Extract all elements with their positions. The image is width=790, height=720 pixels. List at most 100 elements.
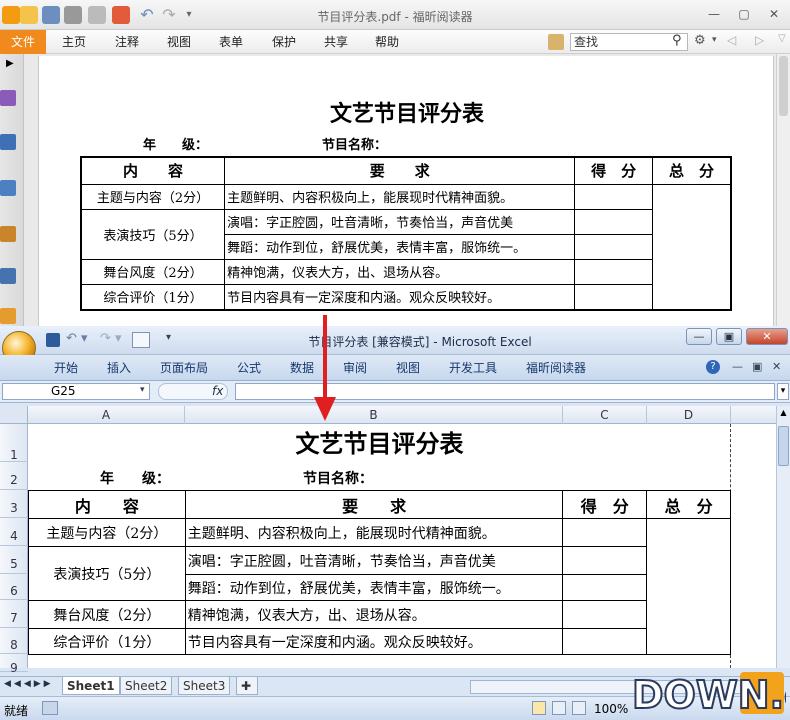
- worksheet-grid[interactable]: 文艺节目评分表 年 级： 节目名称： 内 容 要 求 得 分 总 分 主题与内容…: [28, 424, 776, 668]
- close-button[interactable]: ✕: [746, 328, 788, 345]
- column-header-c[interactable]: C: [563, 406, 647, 424]
- expand-icon[interactable]: ▽: [778, 33, 786, 44]
- redo-icon[interactable]: ↷ ▾: [100, 331, 122, 346]
- tab-developer[interactable]: 开发工具: [449, 355, 497, 381]
- file-tab[interactable]: 文件: [0, 30, 46, 54]
- scroll-up-icon[interactable]: ▲: [778, 408, 789, 422]
- excel-row-requirement[interactable]: 主题鲜明、内容积极向上，能展现时代精神面貌。: [184, 518, 564, 547]
- tab-foxit[interactable]: 福昕阅读器: [526, 355, 586, 381]
- undo-icon[interactable]: ↶ ▾: [66, 331, 88, 346]
- menu-help[interactable]: 帮助: [375, 30, 399, 54]
- column-header-b[interactable]: B: [185, 406, 563, 424]
- expand-formula-icon[interactable]: ▾: [777, 383, 789, 400]
- print-preview-icon[interactable]: [132, 332, 150, 348]
- tab-page-layout[interactable]: 页面布局: [160, 355, 208, 381]
- next-icon[interactable]: ▷: [755, 33, 764, 47]
- bookmark-icon[interactable]: [0, 90, 16, 106]
- menu-protect[interactable]: 保护: [272, 30, 296, 54]
- pages-icon[interactable]: [0, 134, 16, 150]
- chevron-down-icon[interactable]: ▾: [712, 35, 717, 45]
- excel-score-cell[interactable]: [562, 518, 648, 547]
- page-break-view-icon[interactable]: [572, 701, 586, 715]
- gear-icon[interactable]: ⚙: [694, 33, 706, 48]
- pdf-vertical-scrollbar[interactable]: [776, 54, 790, 330]
- close-button[interactable]: ✕: [763, 6, 785, 22]
- menu-home[interactable]: 主页: [62, 30, 86, 54]
- excel-vertical-scrollbar[interactable]: ▲: [776, 406, 790, 668]
- normal-view-icon[interactable]: [532, 701, 546, 715]
- signature-icon[interactable]: [0, 308, 16, 324]
- customize-toolbar-icon[interactable]: ▾: [166, 332, 171, 343]
- name-box[interactable]: G25: [2, 383, 150, 400]
- menu-form[interactable]: 表单: [219, 30, 243, 54]
- column-header-d[interactable]: D: [647, 406, 731, 424]
- excel-score-cell[interactable]: [562, 628, 648, 655]
- insert-sheet-icon[interactable]: ✚: [236, 677, 258, 695]
- excel-row-content[interactable]: 综合评价（1分）: [28, 628, 186, 655]
- sheet-tab-2[interactable]: Sheet2: [120, 677, 173, 695]
- row-header[interactable]: 9: [0, 654, 28, 675]
- pdf-row-requirement: 精神饱满，仪表大方，出、退场从容。: [224, 258, 576, 285]
- search-input[interactable]: 查找: [570, 33, 688, 51]
- excel-score-cell[interactable]: [562, 546, 648, 575]
- row-header[interactable]: 7: [0, 600, 28, 628]
- page-layout-view-icon[interactable]: [552, 701, 566, 715]
- previous-icon[interactable]: ◁: [727, 33, 736, 47]
- sheet-tab-3[interactable]: Sheet3: [178, 677, 231, 695]
- attachments-icon[interactable]: [0, 226, 16, 242]
- excel-row-requirement[interactable]: 舞蹈：动作到位，舒展优美，表情丰富，服饰统一。: [184, 574, 564, 601]
- sidebar-toggle-icon[interactable]: ▶: [6, 58, 14, 69]
- fx-icon[interactable]: fx: [212, 384, 223, 398]
- excel-score-cell[interactable]: [562, 600, 648, 629]
- tab-home[interactable]: 开始: [54, 355, 78, 381]
- row-header[interactable]: 1: [0, 424, 28, 462]
- scroll-thumb[interactable]: [778, 426, 789, 466]
- ribbon-minimize-icon[interactable]: —: [732, 360, 743, 373]
- excel-row-content[interactable]: 表演技巧（5分）: [28, 546, 186, 601]
- restore-button[interactable]: ▣: [716, 328, 742, 345]
- scroll-thumb[interactable]: [779, 56, 788, 116]
- name-box-dropdown-icon[interactable]: ▾: [140, 385, 145, 395]
- link-icon[interactable]: [0, 268, 16, 284]
- excel-header-total[interactable]: 总 分: [646, 490, 731, 519]
- excel-row-requirement[interactable]: 演唱：字正腔圆，吐音清晰，节奏恰当，声音优美: [184, 546, 564, 575]
- help-icon[interactable]: ?: [706, 360, 720, 374]
- sheet-nav-icon[interactable]: ◀◀◀▶▶: [4, 679, 54, 689]
- save-icon[interactable]: [46, 333, 60, 347]
- search-icon[interactable]: ⚲: [672, 33, 682, 48]
- tab-formulas[interactable]: 公式: [237, 355, 261, 381]
- minimize-button[interactable]: —: [703, 6, 725, 22]
- excel-header-requirement[interactable]: 要 求: [184, 490, 564, 519]
- excel-row-content[interactable]: 主题与内容（2分）: [28, 518, 186, 547]
- row-header[interactable]: 2: [0, 462, 28, 490]
- excel-header-content[interactable]: 内 容: [28, 490, 186, 519]
- row-header[interactable]: 6: [0, 574, 28, 600]
- tab-review[interactable]: 审阅: [343, 355, 367, 381]
- excel-header-score[interactable]: 得 分: [562, 490, 648, 519]
- row-header[interactable]: 5: [0, 546, 28, 574]
- find-icon[interactable]: [548, 34, 564, 50]
- tab-view[interactable]: 视图: [396, 355, 420, 381]
- excel-score-cell[interactable]: [562, 574, 648, 601]
- tab-insert[interactable]: 插入: [107, 355, 131, 381]
- menu-share[interactable]: 共享: [324, 30, 348, 54]
- sheet-tab-1[interactable]: Sheet1: [62, 677, 120, 695]
- excel-row-requirement[interactable]: 节目内容具有一定深度和内涵。观众反映较好。: [184, 628, 564, 655]
- menu-comment[interactable]: 注释: [115, 30, 139, 54]
- excel-row-content[interactable]: 舞台风度（2分）: [28, 600, 186, 629]
- row-header[interactable]: 4: [0, 518, 28, 546]
- menu-view[interactable]: 视图: [167, 30, 191, 54]
- select-all-corner[interactable]: [0, 406, 28, 424]
- minimize-button[interactable]: —: [686, 328, 712, 345]
- excel-total-cell[interactable]: [646, 518, 731, 655]
- row-header[interactable]: 8: [0, 628, 28, 654]
- excel-row-requirement[interactable]: 精神饱满，仪表大方，出、退场从容。: [184, 600, 564, 629]
- row-header[interactable]: 3: [0, 490, 28, 518]
- zoom-level[interactable]: 100%: [594, 702, 628, 716]
- macro-record-icon[interactable]: [42, 701, 58, 715]
- maximize-button[interactable]: ▢: [733, 6, 755, 22]
- ribbon-restore-icon[interactable]: ▣: [752, 360, 762, 373]
- ribbon-close-icon[interactable]: ✕: [772, 360, 781, 373]
- layers-icon[interactable]: [0, 180, 16, 196]
- column-header-a[interactable]: A: [28, 406, 185, 424]
